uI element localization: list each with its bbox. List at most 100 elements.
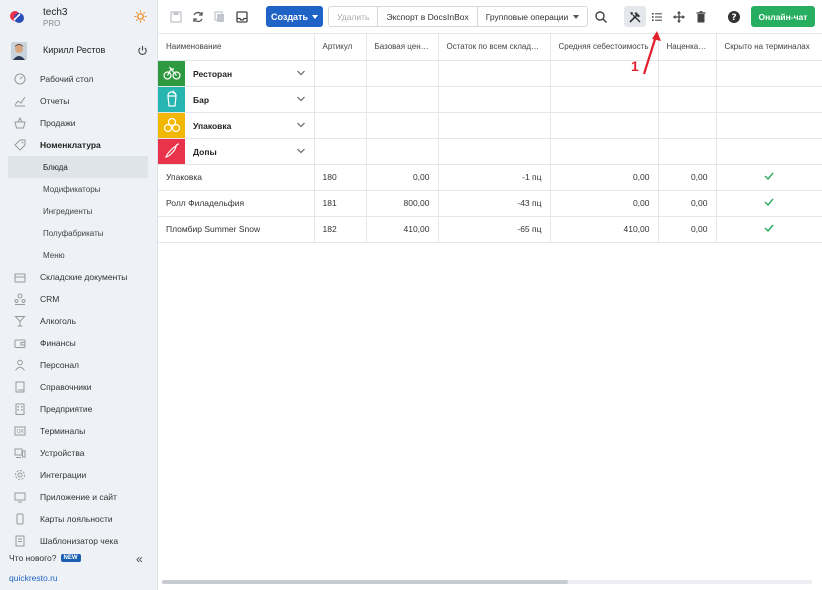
table-row[interactable]: Упаковка 180 0,00 -1 пц 0,00 0,00 [158, 164, 822, 191]
column-header-sku[interactable]: Артикул [314, 34, 367, 61]
chevron-down-icon[interactable] [296, 120, 306, 130]
cell-stock: -65 пц [438, 216, 551, 243]
sun-icon[interactable] [134, 10, 147, 23]
move-icon[interactable] [672, 10, 686, 24]
whats-new-label: Что нового? [9, 553, 57, 563]
help-icon[interactable]: ? [727, 10, 741, 24]
group-operations-dropdown[interactable]: Групповые операции [478, 7, 588, 26]
monitor-icon [14, 492, 26, 503]
building-icon [15, 403, 25, 415]
save-icon[interactable] [169, 10, 183, 24]
table-row[interactable]: Пломбир Summer Snow 182 410,00 -65 пц 41… [158, 216, 822, 243]
annotation-label: 1 [631, 58, 639, 74]
group-cell[interactable]: Ресторан [158, 60, 315, 87]
sidebar-item-crm[interactable]: CRM [0, 288, 158, 310]
group-label: Упаковка [193, 120, 232, 131]
tools-icon[interactable] [628, 10, 642, 24]
group-icon-tile [158, 138, 185, 163]
sidebar-sub-dishes[interactable]: Блюда [8, 156, 148, 178]
sidebar-sub-label: Модификаторы [43, 184, 101, 194]
column-header-name[interactable]: Наименование [158, 34, 315, 61]
sidebar-item-loyalty[interactable]: Карты лояльности [0, 508, 158, 530]
sidebar-item-receipt-templates[interactable]: Шаблонизатор чека [0, 530, 158, 552]
chevron-down-icon [573, 14, 580, 19]
sidebar-item-label: Отчеты [40, 96, 70, 106]
chevron-down-icon[interactable] [296, 68, 306, 78]
cell-hidden [716, 216, 822, 243]
search-icon[interactable] [594, 10, 608, 24]
sidebar-item-nomenclature[interactable]: Номенклатура [0, 134, 158, 156]
cell-name: Упаковка [158, 164, 315, 191]
group-icon-tile [158, 86, 185, 111]
power-icon[interactable] [137, 45, 148, 56]
sidebar-sub-label: Меню [43, 250, 65, 260]
group-cell[interactable]: Бар [158, 86, 315, 113]
chevron-down-icon[interactable] [296, 146, 306, 156]
sidebar-item-devices[interactable]: Устройства [0, 442, 158, 464]
sidebar-sub-modifiers[interactable]: Модификаторы [0, 178, 158, 200]
sidebar-sub-semifinished[interactable]: Полуфабрикаты [0, 222, 158, 244]
sidebar-item-sales[interactable]: Продажи [0, 112, 158, 134]
tag-icon [14, 139, 26, 151]
sidebar-item-terminals[interactable]: QR Терминалы [0, 420, 158, 442]
group-cell[interactable]: Упаковка [158, 112, 315, 139]
sidebar-item-enterprise[interactable]: Предприятие [0, 398, 158, 420]
table-row[interactable]: Ролл Филадельфия 181 800,00 -43 пц 0,00 … [158, 190, 822, 217]
sidebar-item-reports[interactable]: Отчеты [0, 90, 158, 112]
sidebar-item-label: Номенклатура [40, 140, 101, 150]
sidebar-sub-ingredients[interactable]: Ингредиенты [0, 200, 158, 222]
gear-icon [15, 470, 25, 480]
user-block[interactable]: Кирилл Рестов [0, 38, 158, 64]
sidebar-item-staff[interactable]: Персонал [0, 354, 158, 376]
trash-icon[interactable] [694, 10, 708, 24]
copy-icon[interactable] [213, 10, 227, 24]
user-name: Кирилл Рестов [43, 45, 106, 55]
sidebar-item-label: Финансы [40, 338, 76, 348]
group-label: Допы [193, 146, 217, 157]
toolbar: Создать Удалить Экспорт в DocsInBox Груп… [158, 0, 822, 34]
sidebar-item-dashboard[interactable]: Рабочий стол [0, 68, 158, 90]
table-group-row[interactable]: Ресторан [158, 60, 822, 87]
collapse-sidebar-icon[interactable]: « [136, 552, 143, 566]
column-header-hidden-terminals[interactable]: Скрыто на терминалах [716, 34, 822, 61]
receipt-icon [15, 535, 25, 547]
column-header-markup[interactable]: Наценка, % [658, 34, 717, 61]
column-header-base-price[interactable]: Базовая цена, ₽ [366, 34, 439, 61]
whats-new-link[interactable]: Что нового? NEW [9, 553, 81, 563]
cell-name: Пломбир Summer Snow [158, 216, 315, 243]
sidebar-item-finance[interactable]: Финансы [0, 332, 158, 354]
chart-icon [14, 96, 26, 107]
refresh-icon[interactable] [191, 10, 205, 24]
devices-icon [14, 448, 26, 458]
create-button[interactable]: Создать [266, 6, 323, 27]
export-docsinbox-button[interactable]: Экспорт в DocsInBox [378, 7, 478, 26]
table-group-row[interactable]: Бар [158, 86, 822, 113]
warehouse-icon [14, 273, 26, 283]
sidebar-item-label: Карты лояльности [40, 514, 113, 524]
online-chat-button[interactable]: Онлайн-чат [751, 6, 815, 27]
column-header-stock[interactable]: Остаток по всем складам,... [438, 34, 551, 61]
group-label: Бар [193, 94, 210, 105]
cell-sku: 181 [314, 190, 367, 217]
horizontal-scrollbar[interactable] [162, 580, 568, 584]
sidebar-nav: Рабочий стол Отчеты Продажи Номенклатура… [0, 68, 158, 552]
sidebar-item-label: Шаблонизатор чека [40, 536, 119, 546]
sidebar-item-alcohol[interactable]: Алкоголь [0, 310, 158, 332]
site-link[interactable]: quickresto.ru [9, 573, 58, 583]
sidebar-sub-menu[interactable]: Меню [0, 244, 158, 266]
list-settings-icon[interactable] [650, 10, 664, 24]
inbox-icon[interactable] [235, 10, 249, 24]
delete-label: Удалить [337, 11, 370, 22]
table-group-row[interactable]: Упаковка [158, 112, 822, 139]
brand-block[interactable]: tech3 PRO [0, 0, 158, 34]
chevron-down-icon[interactable] [296, 94, 306, 104]
table-group-row[interactable]: Допы [158, 138, 822, 165]
delete-button[interactable]: Удалить [329, 7, 379, 26]
sidebar-item-app-site[interactable]: Приложение и сайт [0, 486, 158, 508]
cell-markup: 0,00 [658, 164, 717, 191]
sidebar-item-directories[interactable]: Справочники [0, 376, 158, 398]
sidebar-item-integrations[interactable]: Интеграции [0, 464, 158, 486]
new-badge: NEW [60, 554, 81, 562]
group-cell[interactable]: Допы [158, 138, 315, 165]
sidebar-item-warehouse[interactable]: Складские документы [0, 266, 158, 288]
